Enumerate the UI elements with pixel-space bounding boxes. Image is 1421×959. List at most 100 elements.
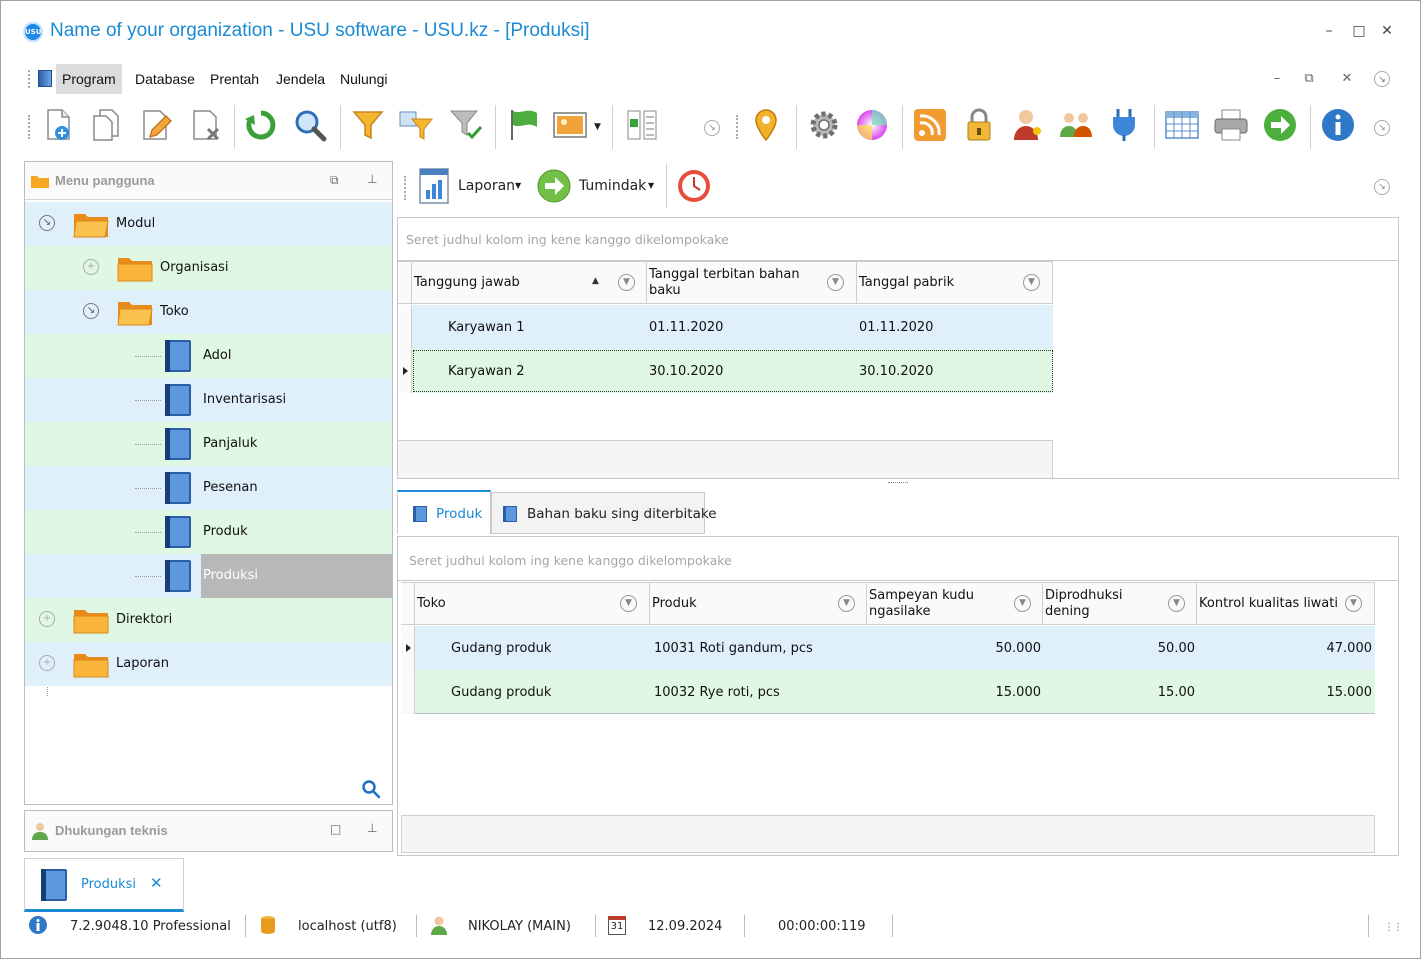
new-document-icon[interactable] xyxy=(40,107,76,143)
column-header-tanggal-pabrik[interactable]: Tanggal pabrik ▼ xyxy=(857,261,1053,304)
document-tab-produksi[interactable]: Produksi ✕ xyxy=(24,858,184,912)
column-header-tanggal-terbitan[interactable]: Tanggal terbitan bahan baku ▼ xyxy=(647,261,857,304)
exit-arrow-icon[interactable] xyxy=(1262,107,1298,143)
column-header-toko[interactable]: Toko ▼ xyxy=(415,582,650,625)
tree-item-pesenan[interactable]: Pesenan xyxy=(25,466,392,510)
action-menu-button[interactable]: Tumindak xyxy=(579,178,646,194)
search-icon[interactable] xyxy=(361,779,381,799)
tree-item-organisasi[interactable]: + Organisasi xyxy=(25,246,392,290)
filter-icon[interactable]: ▼ xyxy=(620,595,637,612)
float-icon[interactable]: ⧉ xyxy=(330,173,339,188)
chevron-down-icon[interactable]: ▼ xyxy=(594,122,601,132)
chevron-down-icon[interactable]: ↘ xyxy=(1374,71,1390,87)
resize-grip-icon[interactable]: ⋮⋮ xyxy=(1384,922,1403,933)
expand-icon[interactable]: + xyxy=(39,611,55,627)
lock-icon[interactable] xyxy=(961,107,997,143)
tree-item-produk[interactable]: Produk xyxy=(25,510,392,554)
chevron-down-icon[interactable]: ▼ xyxy=(648,181,654,190)
column-header-produk[interactable]: Produk ▼ xyxy=(650,582,867,625)
column-header-tanggung-jawab[interactable]: Tanggung jawab ▲ ▼ xyxy=(412,261,647,304)
row-indicator xyxy=(401,670,415,714)
chevron-down-icon[interactable]: ↘ xyxy=(704,120,720,136)
filter-icon[interactable] xyxy=(350,107,386,143)
plug-icon[interactable] xyxy=(1106,107,1142,143)
filter-icon[interactable]: ▼ xyxy=(838,595,855,612)
flag-icon[interactable] xyxy=(506,107,542,143)
table-row-selected[interactable]: Karyawan 2 30.10.2020 30.10.2020 xyxy=(398,349,1053,393)
restore-icon[interactable]: □ xyxy=(330,822,341,836)
group-by-panel[interactable]: Seret judhul kolom ing kene kanggo dikel… xyxy=(397,217,1399,261)
action-arrow-icon[interactable] xyxy=(536,168,572,204)
image-icon[interactable] xyxy=(552,107,588,143)
info-icon[interactable] xyxy=(1320,107,1356,143)
splitter-handle[interactable] xyxy=(888,482,908,484)
tree-item-inventarisasi[interactable]: Inventarisasi xyxy=(25,378,392,422)
color-wheel-icon[interactable] xyxy=(854,107,890,143)
group-by-panel[interactable]: Seret judhul kolom ing kene kanggo dikel… xyxy=(398,537,1398,581)
tree-item-produksi[interactable]: Produksi xyxy=(25,554,392,598)
column-header-sampeyan[interactable]: Sampeyan kudu ngasilake ▼ xyxy=(867,582,1043,625)
table-icon[interactable] xyxy=(1164,107,1200,143)
filter-icon[interactable]: ▼ xyxy=(827,274,844,291)
menu-database[interactable]: Database xyxy=(129,64,201,94)
report-icon[interactable] xyxy=(418,168,450,204)
chevron-down-icon[interactable]: ↘ xyxy=(1374,179,1390,195)
table-row[interactable]: Karyawan 1 01.11.2020 01.11.2020 xyxy=(398,305,1053,349)
expand-icon[interactable]: + xyxy=(39,655,55,671)
collapse-icon[interactable]: ↘ xyxy=(83,303,99,319)
filter-icon[interactable]: ▼ xyxy=(1168,595,1185,612)
tree-item-modul[interactable]: ↘ Modul xyxy=(25,202,392,246)
settings-gear-icon[interactable] xyxy=(806,107,842,143)
clock-icon[interactable] xyxy=(676,168,712,204)
tree-item-panjaluk[interactable]: Panjaluk xyxy=(25,422,392,466)
close-tab-icon[interactable]: ✕ xyxy=(150,874,163,892)
tab-produk[interactable]: Produk xyxy=(397,490,491,534)
users-icon[interactable] xyxy=(1058,107,1094,143)
printer-icon[interactable] xyxy=(1213,107,1249,143)
column-header-kontrol-kualitas[interactable]: Kontrol kualitas liwati ▼ xyxy=(1197,582,1375,625)
menu-program[interactable]: Program xyxy=(56,64,122,94)
table-cell: 15.000 xyxy=(995,685,1042,700)
mdi-close-icon[interactable]: ✕ xyxy=(1338,70,1356,88)
collapse-icon[interactable]: ↘ xyxy=(39,215,55,231)
map-pin-icon[interactable] xyxy=(748,107,784,143)
tree-item-laporan[interactable]: + Laporan xyxy=(25,642,392,686)
filter-icon[interactable]: ▼ xyxy=(1345,595,1362,612)
chevron-down-icon[interactable]: ▼ xyxy=(515,181,521,190)
mdi-restore-icon[interactable]: ⧉ xyxy=(1300,70,1318,88)
tree-item-toko[interactable]: ↘ Toko xyxy=(25,290,392,334)
search-icon[interactable] xyxy=(292,107,328,143)
filter-icon[interactable]: ▼ xyxy=(1023,274,1040,291)
close-icon[interactable]: ✕ xyxy=(1378,22,1396,40)
maximize-icon[interactable]: □ xyxy=(1350,22,1368,40)
filter-icon[interactable]: ▼ xyxy=(1014,595,1031,612)
minimize-icon[interactable]: – xyxy=(1320,22,1338,40)
copy-icon[interactable] xyxy=(88,107,124,143)
tree-item-direktori[interactable]: + Direktori xyxy=(25,598,392,642)
list-add-icon[interactable] xyxy=(624,107,660,143)
chevron-down-icon[interactable]: ↘ xyxy=(1374,120,1390,136)
tree-item-adol[interactable]: Adol xyxy=(25,334,392,378)
tab-bahan-baku[interactable]: Bahan baku sing diterbitake xyxy=(491,492,717,534)
user-key-icon[interactable] xyxy=(1010,107,1046,143)
filter-clear-icon[interactable] xyxy=(448,107,484,143)
menu-jendela[interactable]: Jendela xyxy=(270,64,331,94)
refresh-icon[interactable] xyxy=(243,107,279,143)
table-row[interactable]: Gudang produk 10031 Roti gandum, pcs 50.… xyxy=(401,626,1375,670)
filter-column-icon[interactable] xyxy=(398,107,434,143)
rss-icon[interactable] xyxy=(912,107,948,143)
pin-icon[interactable]: ⊥ xyxy=(367,172,377,186)
menu-nulungi[interactable]: Nulungi xyxy=(334,64,393,94)
expand-icon[interactable]: + xyxy=(83,259,99,275)
delete-icon[interactable] xyxy=(188,107,224,143)
mdi-minimize-icon[interactable]: – xyxy=(1268,70,1286,88)
table-row[interactable]: Gudang produk 10032 Rye roti, pcs 15.000… xyxy=(401,670,1375,714)
menu-prentah[interactable]: Prentah xyxy=(204,64,265,94)
support-panel[interactable]: Dhukungan teknis □ ⊥ xyxy=(24,810,393,852)
pin-icon[interactable]: ⊥ xyxy=(367,821,377,835)
edit-icon[interactable] xyxy=(138,107,174,143)
book-icon xyxy=(413,506,427,522)
filter-icon[interactable]: ▼ xyxy=(618,274,635,291)
column-header-diprodhuksi[interactable]: Diprodhuksi dening ▼ xyxy=(1043,582,1197,625)
report-menu-button[interactable]: Laporan xyxy=(458,178,515,194)
